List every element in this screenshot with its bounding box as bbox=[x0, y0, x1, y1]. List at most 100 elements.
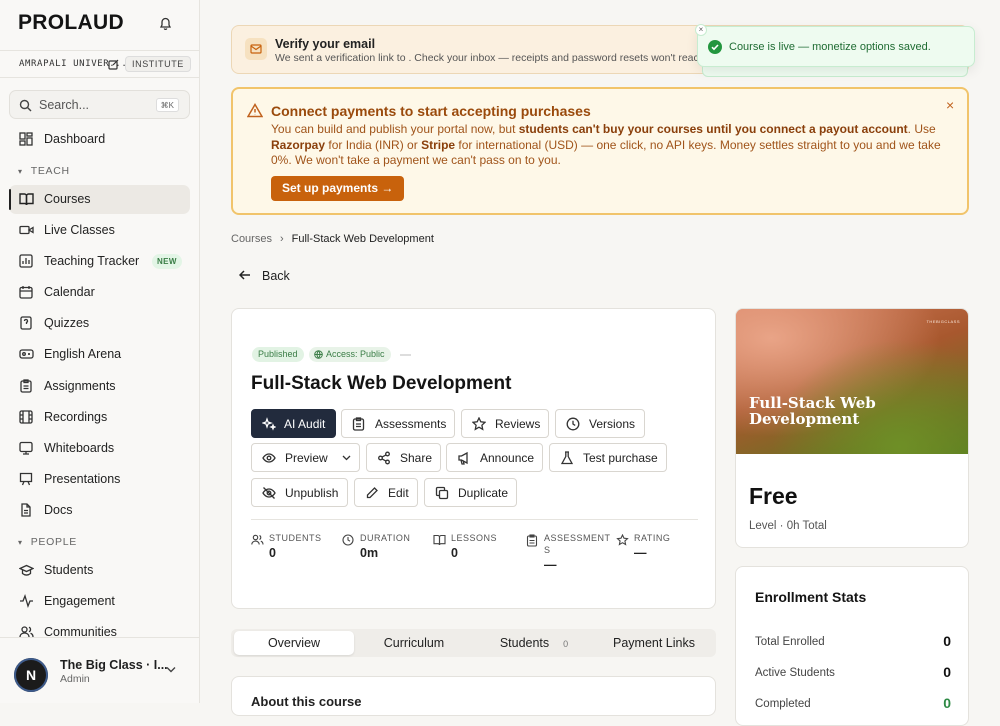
setup-payments-button[interactable]: Set up payments → bbox=[271, 176, 405, 201]
sidebar-item-label: Live Classes bbox=[44, 223, 115, 237]
sidebar: PROLAUD AMRAPALI UNIVER... INSTITUTE Sea… bbox=[0, 0, 200, 703]
sidebar-item-whiteboards[interactable]: Whiteboards bbox=[9, 434, 190, 463]
about-card: About this course bbox=[231, 676, 716, 716]
mail-icon bbox=[245, 38, 267, 60]
payments-body: You can build and publish your portal no… bbox=[271, 122, 961, 169]
course-tabs: Overview Curriculum Students 0 Payment Li… bbox=[231, 629, 716, 657]
stat-value: — bbox=[634, 546, 647, 560]
sparkles-icon bbox=[262, 417, 276, 431]
sidebar-item-presentations[interactable]: Presentations bbox=[9, 465, 190, 494]
section-teach[interactable]: ▾ TEACH bbox=[18, 165, 70, 177]
sidebar-item-courses[interactable]: Courses bbox=[9, 185, 190, 214]
eye-icon bbox=[262, 451, 276, 465]
calendar-icon bbox=[19, 285, 33, 299]
razorpay-label: Razorpay bbox=[271, 137, 326, 152]
close-icon[interactable]: × bbox=[946, 97, 954, 113]
search-input[interactable]: Search... ⌘K bbox=[9, 90, 190, 119]
tab-curriculum[interactable]: Curriculum bbox=[354, 631, 474, 655]
close-icon[interactable]: × bbox=[695, 24, 707, 36]
share-icon bbox=[377, 451, 391, 465]
unpublish-button[interactable]: Unpublish bbox=[251, 478, 348, 507]
stat-value: 0 bbox=[943, 695, 951, 711]
share-button[interactable]: Share bbox=[366, 443, 441, 472]
sidebar-item-live-classes[interactable]: Live Classes bbox=[9, 216, 190, 245]
course-price: Free bbox=[749, 483, 798, 509]
course-meta: Level · 0h Total bbox=[749, 520, 827, 532]
search-icon bbox=[19, 99, 32, 112]
section-people[interactable]: ▾ PEOPLE bbox=[18, 536, 77, 548]
sidebar-item-recordings[interactable]: Recordings bbox=[9, 403, 190, 432]
book-icon bbox=[433, 534, 446, 546]
sidebar-item-label: Calendar bbox=[44, 285, 95, 299]
tab-label: Students bbox=[499, 636, 550, 650]
arrow-left-icon bbox=[239, 270, 251, 280]
tab-students[interactable]: Students 0 bbox=[474, 631, 594, 655]
sidebar-item-label: Students bbox=[44, 563, 94, 577]
sidebar-item-engagement[interactable]: Engagement bbox=[9, 587, 190, 616]
sidebar-item-english-arena[interactable]: English Arena bbox=[9, 340, 190, 369]
sidebar-item-students[interactable]: Students bbox=[9, 556, 190, 585]
button-label: Preview bbox=[285, 451, 328, 465]
sidebar-item-assignments[interactable]: Assignments bbox=[9, 372, 190, 401]
sidebar-item-teaching-tracker[interactable]: Teaching Tracker NEW bbox=[9, 247, 190, 276]
reviews-button[interactable]: Reviews bbox=[461, 409, 549, 438]
toast-message: Course is live — monetize options saved. bbox=[729, 41, 931, 53]
clock-icon bbox=[566, 417, 580, 431]
button-label: Duplicate bbox=[458, 486, 509, 500]
star-icon bbox=[472, 417, 486, 431]
tab-overview[interactable]: Overview bbox=[234, 631, 354, 655]
edit-icon[interactable] bbox=[108, 59, 119, 70]
versions-button[interactable]: Versions bbox=[555, 409, 645, 438]
payments-emphasis: students can't buy your courses until yo… bbox=[518, 122, 908, 136]
edit-button[interactable]: Edit bbox=[354, 478, 418, 507]
button-label: Edit bbox=[388, 486, 409, 500]
stat-total-enrolled: Total Enrolled 0 bbox=[755, 633, 951, 653]
org-switcher[interactable]: AMRAPALI UNIVER... INSTITUTE bbox=[0, 50, 199, 78]
back-label: Back bbox=[262, 269, 290, 283]
announce-button[interactable]: Announce bbox=[446, 443, 543, 472]
button-label: Versions bbox=[589, 417, 636, 431]
stat-active-students: Active Students 0 bbox=[755, 664, 951, 684]
stat-label: Total Enrolled bbox=[755, 636, 825, 648]
button-label: AI Audit bbox=[284, 417, 326, 431]
sidebar-item-quizzes[interactable]: Quizzes bbox=[9, 309, 190, 338]
stat-label: ASSESSMENT S bbox=[544, 532, 611, 556]
duplicate-button[interactable]: Duplicate bbox=[424, 478, 517, 507]
stat-label: STUDENTS bbox=[269, 533, 322, 543]
course-card: Published Access: Public Full-Stack Web … bbox=[231, 308, 716, 609]
button-label: Test purchase bbox=[583, 451, 658, 465]
user-menu[interactable]: N The Big Class · I... Admin bbox=[0, 637, 199, 703]
breadcrumb-courses[interactable]: Courses bbox=[231, 233, 272, 245]
tab-payment-links[interactable]: Payment Links bbox=[594, 631, 714, 655]
bell-icon[interactable] bbox=[159, 16, 172, 30]
test-purchase-button[interactable]: Test purchase bbox=[549, 443, 667, 472]
about-title: About this course bbox=[251, 694, 362, 709]
thumbnail-brand: THEBIGCLASS bbox=[926, 319, 960, 324]
enrollment-title: Enrollment Stats bbox=[755, 589, 867, 605]
badge-placeholder bbox=[400, 354, 411, 356]
thumbnail-title: Full-Stack Web Development bbox=[749, 394, 876, 428]
ai-audit-button[interactable]: AI Audit bbox=[251, 409, 336, 438]
stat-label: Completed bbox=[755, 698, 811, 710]
stat-value: 0 bbox=[269, 546, 276, 560]
section-label: PEOPLE bbox=[30, 536, 77, 548]
app-logo[interactable]: PROLAUD bbox=[18, 11, 124, 35]
payments-text: . Use bbox=[907, 122, 936, 136]
stat-value: 0 bbox=[451, 546, 458, 560]
sidebar-item-label: Quizzes bbox=[44, 316, 90, 330]
assessments-button[interactable]: Assessments bbox=[341, 409, 455, 438]
stat-label-line: S bbox=[544, 545, 551, 555]
button-label: Announce bbox=[480, 451, 535, 465]
sidebar-item-docs[interactable]: Docs bbox=[9, 496, 190, 525]
tab-count: 0 bbox=[563, 639, 569, 649]
graduation-cap-icon bbox=[19, 563, 34, 577]
flask-icon bbox=[560, 451, 574, 465]
stat-value: — bbox=[544, 558, 557, 572]
sidebar-item-label: Engagement bbox=[44, 594, 115, 608]
sidebar-item-dashboard[interactable]: Dashboard bbox=[9, 125, 190, 154]
user-role: Admin bbox=[60, 673, 90, 685]
eye-off-icon bbox=[262, 486, 276, 500]
preview-dropdown[interactable]: Preview bbox=[251, 443, 360, 472]
button-label: Assessments bbox=[375, 417, 447, 431]
sidebar-item-calendar[interactable]: Calendar bbox=[9, 278, 190, 307]
